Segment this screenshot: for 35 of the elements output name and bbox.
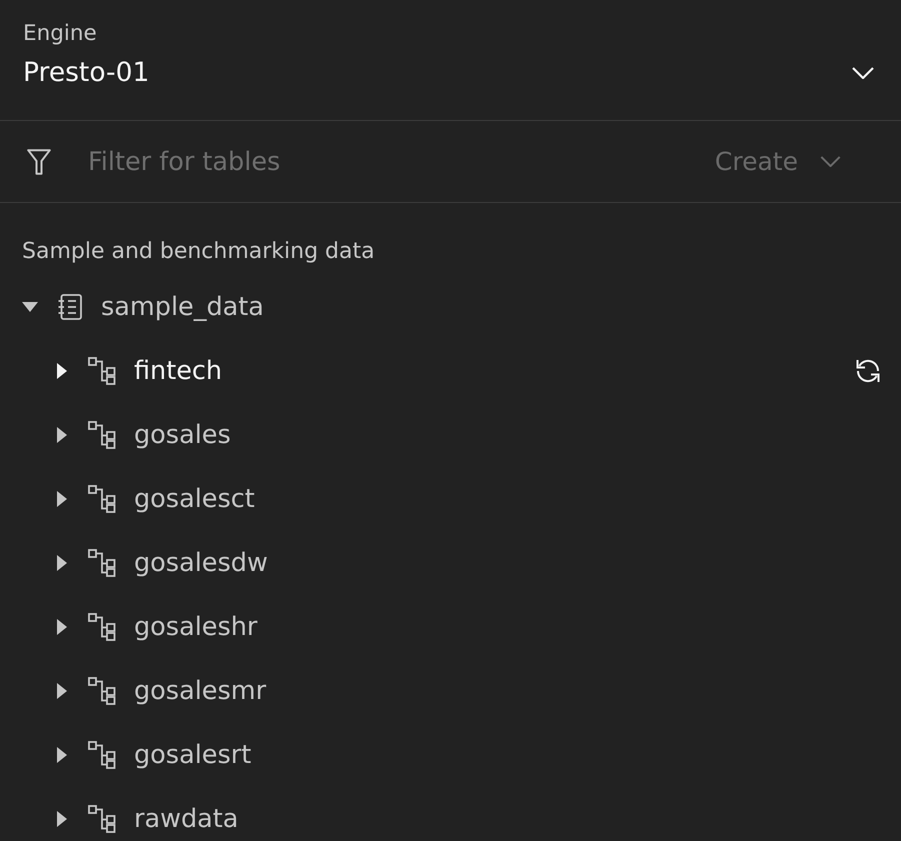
engine-dropdown[interactable]: Presto-01 <box>23 55 874 91</box>
caret-right-icon[interactable] <box>57 683 67 699</box>
hierarchy-icon <box>88 613 116 641</box>
hierarchy-icon <box>88 357 116 385</box>
caret-down-icon[interactable] <box>22 302 38 312</box>
hierarchy-icon <box>88 485 116 513</box>
hierarchy-icon <box>88 549 116 577</box>
filter-icon <box>27 148 51 174</box>
tree-item-label[interactable]: gosaleshr <box>134 609 258 645</box>
caret-right-icon[interactable] <box>57 619 67 635</box>
tree-item-label[interactable]: gosales <box>134 417 231 453</box>
hierarchy-icon <box>88 677 116 705</box>
section-title: Sample and benchmarking data <box>22 238 375 266</box>
filter-input[interactable]: Filter for tables <box>88 142 715 182</box>
caret-right-icon[interactable] <box>57 491 67 507</box>
tree-item-label[interactable]: gosalesmr <box>134 673 266 709</box>
caret-right-icon[interactable] <box>57 363 67 379</box>
caret-right-icon[interactable] <box>57 427 67 443</box>
hierarchy-icon <box>88 741 116 769</box>
tree-item-label[interactable]: gosalesrt <box>134 737 252 773</box>
engine-label: Engine <box>23 22 97 46</box>
tree-item-label[interactable]: rawdata <box>134 801 238 837</box>
tree-item-label[interactable]: sample_data <box>101 289 264 325</box>
caret-right-icon[interactable] <box>57 555 67 571</box>
tree-item-label[interactable]: gosalesct <box>134 481 255 517</box>
notebook-icon <box>58 294 82 320</box>
caret-right-icon[interactable] <box>57 747 67 763</box>
chevron-down-icon <box>820 156 841 167</box>
tree-item-label[interactable]: fintech <box>134 353 222 389</box>
tree-item-label[interactable]: gosalesdw <box>134 545 268 581</box>
hierarchy-icon <box>88 805 116 833</box>
chevron-down-icon <box>852 67 874 79</box>
hierarchy-icon <box>88 421 116 449</box>
caret-right-icon[interactable] <box>57 811 67 827</box>
refresh-icon[interactable] <box>854 357 882 385</box>
